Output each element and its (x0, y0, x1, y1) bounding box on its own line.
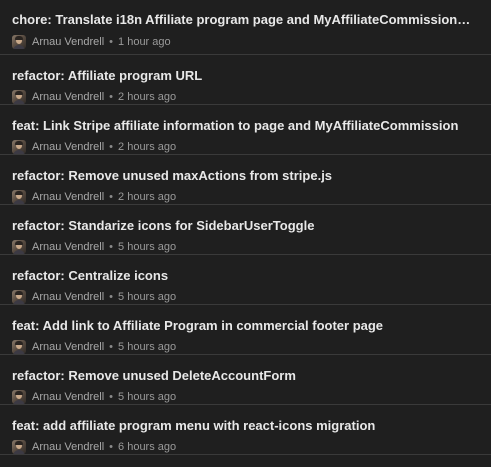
commit-meta: Arnau Vendrell • 5 hours ago (12, 339, 176, 355)
commit-meta: Arnau Vendrell • 2 hours ago (12, 139, 176, 155)
commit-title[interactable]: refactor: Remove unused maxActions from … (12, 168, 477, 184)
commit-title[interactable]: refactor: Centralize icons (12, 268, 477, 284)
avatar[interactable] (12, 140, 26, 154)
meta-separator: • (109, 141, 114, 153)
commit-time: 2 hours ago (118, 91, 177, 103)
commit-item[interactable]: refactor: Centralize icons Arnau Vendrel… (0, 255, 491, 305)
commit-meta: Arnau Vendrell • 5 hours ago (12, 389, 176, 405)
commit-author[interactable]: Arnau Vendrell (32, 91, 104, 103)
commit-title[interactable]: feat: Add link to Affiliate Program in c… (12, 318, 477, 334)
commit-item[interactable]: feat: Link Stripe affiliate information … (0, 105, 491, 155)
meta-separator: • (109, 191, 114, 203)
commit-meta: Arnau Vendrell • 5 hours ago (12, 289, 176, 305)
commit-author[interactable]: Arnau Vendrell (32, 291, 104, 303)
commit-meta: Arnau Vendrell • 2 hours ago (12, 189, 176, 205)
commit-time: 1 hour ago (118, 36, 171, 48)
commit-item[interactable]: refactor: Remove unused DeleteAccountFor… (0, 355, 491, 405)
avatar[interactable] (12, 340, 26, 354)
commit-title[interactable]: chore: Translate i18n Affiliate program … (12, 12, 477, 28)
commit-item[interactable]: chore: Translate i18n Affiliate program … (0, 0, 491, 55)
commit-author[interactable]: Arnau Vendrell (32, 36, 104, 48)
commit-author[interactable]: Arnau Vendrell (32, 241, 104, 253)
commit-meta: Arnau Vendrell • 6 hours ago (12, 439, 176, 455)
meta-separator: • (109, 391, 114, 403)
commit-title[interactable]: refactor: Standarize icons for SidebarUs… (12, 218, 477, 234)
meta-separator: • (109, 91, 114, 103)
avatar[interactable] (12, 390, 26, 404)
commit-time: 5 hours ago (118, 341, 177, 353)
commit-title[interactable]: refactor: Remove unused DeleteAccountFor… (12, 368, 477, 384)
commit-meta: Arnau Vendrell • 1 hour ago (12, 34, 171, 50)
commit-time: 5 hours ago (118, 241, 177, 253)
avatar[interactable] (12, 290, 26, 304)
commit-item[interactable]: feat: add affiliate program menu with re… (0, 405, 491, 455)
commit-title[interactable]: feat: Link Stripe affiliate information … (12, 118, 477, 134)
commit-time: 2 hours ago (118, 141, 177, 153)
meta-separator: • (109, 341, 114, 353)
commit-author[interactable]: Arnau Vendrell (32, 141, 104, 153)
commit-meta: Arnau Vendrell • 5 hours ago (12, 239, 176, 255)
commit-title[interactable]: refactor: Affiliate program URL (12, 68, 477, 84)
commit-time: 2 hours ago (118, 191, 177, 203)
avatar[interactable] (12, 440, 26, 454)
meta-separator: • (109, 441, 114, 453)
commit-item[interactable]: refactor: Standarize icons for SidebarUs… (0, 205, 491, 255)
commit-time: 5 hours ago (118, 291, 177, 303)
commit-list: chore: Translate i18n Affiliate program … (0, 0, 491, 467)
commit-author[interactable]: Arnau Vendrell (32, 441, 104, 453)
commit-time: 5 hours ago (118, 391, 177, 403)
meta-separator: • (109, 291, 114, 303)
avatar[interactable] (12, 190, 26, 204)
commit-item[interactable]: feat: Add link to Affiliate Program in c… (0, 305, 491, 355)
commit-author[interactable]: Arnau Vendrell (32, 341, 104, 353)
meta-separator: • (109, 36, 114, 48)
commit-item[interactable]: refactor: Affiliate program URL Arnau Ve… (0, 55, 491, 105)
commit-meta: Arnau Vendrell • 2 hours ago (12, 89, 176, 105)
commit-author[interactable]: Arnau Vendrell (32, 391, 104, 403)
commit-author[interactable]: Arnau Vendrell (32, 191, 104, 203)
commit-title[interactable]: feat: add affiliate program menu with re… (12, 418, 477, 434)
avatar[interactable] (12, 90, 26, 104)
avatar[interactable] (12, 35, 26, 49)
avatar[interactable] (12, 240, 26, 254)
commit-item[interactable]: refactor: Remove unused maxActions from … (0, 155, 491, 205)
meta-separator: • (109, 241, 114, 253)
commit-time: 6 hours ago (118, 441, 177, 453)
